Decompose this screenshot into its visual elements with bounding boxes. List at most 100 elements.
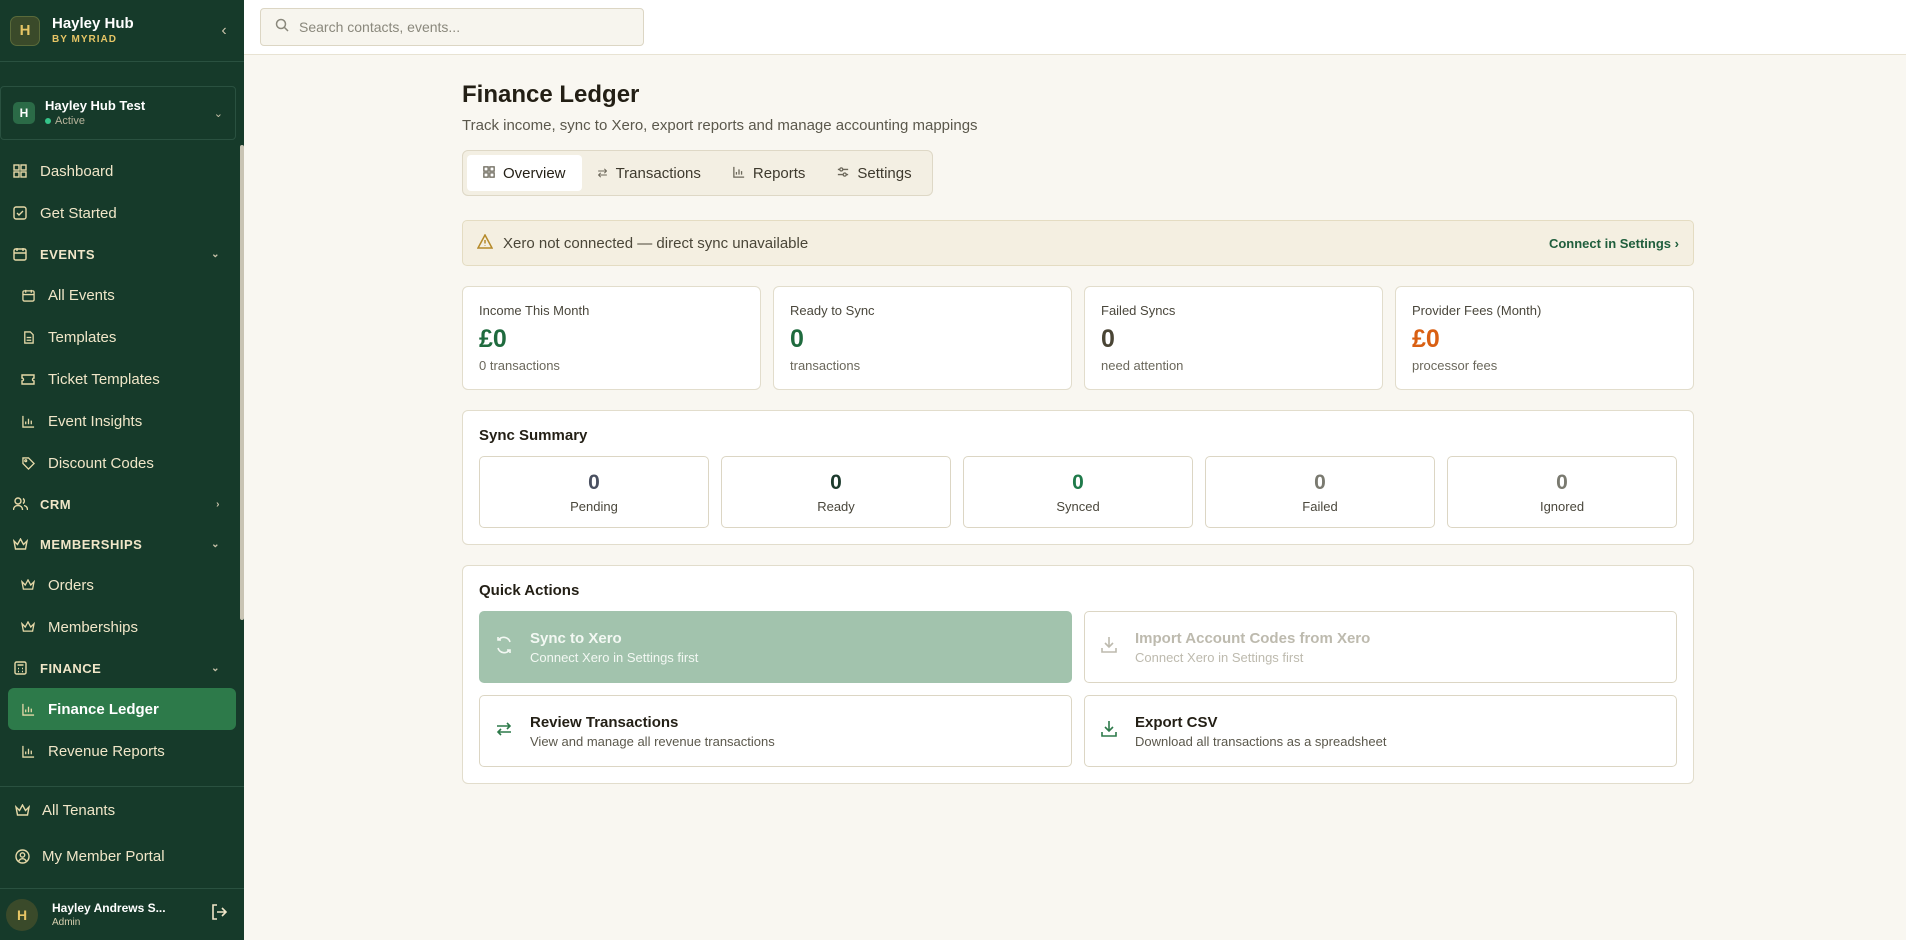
stat-card: Ready to Sync 0 transactions [773,286,1072,390]
warning-icon [476,232,494,253]
page-title: Finance Ledger [462,81,640,108]
sidebar-section-events[interactable]: EVENTS ⌄ [0,234,244,274]
stat-label: Ready to Sync [790,303,875,318]
sync-to-xero-button[interactable]: Sync to Xero Connect Xero in Settings fi… [479,611,1072,683]
sidebar-item-orders[interactable]: Orders [0,564,244,606]
status-dot [45,118,51,124]
user-profile[interactable]: H Hayley Andrews S... Admin [0,888,244,940]
sidebar-section-memberships[interactable]: MEMBERSHIPS ⌄ [0,524,244,564]
summary-label: Synced [1056,498,1100,514]
tab-label: Overview [503,164,566,182]
user-circle-icon [14,848,30,864]
sidebar-item-all-tenants[interactable]: All Tenants [0,787,244,833]
sidebar-item-discount-codes[interactable]: Discount Codes [0,442,244,484]
brand-logo: H [10,15,40,46]
chevron-down-icon: ⌄ [211,538,220,550]
download-icon [1099,719,1119,744]
summary-ignored: 0 Ignored [1447,456,1677,528]
sidebar-item-label: Discount Codes [48,454,154,472]
quick-actions-card: Quick Actions Sync to Xero Connect Xero … [462,565,1694,784]
sidebar-item-label: Ticket Templates [48,370,160,388]
sidebar-item-finance-ledger[interactable]: Finance Ledger [8,688,236,730]
calendar-icon [12,246,28,262]
search-input[interactable] [299,19,619,35]
sidebar-item-dashboard[interactable]: Dashboard [0,150,244,192]
chevron-down-icon: ⌄ [211,662,220,674]
stat-label: Income This Month [479,303,590,318]
checkbox-icon [12,205,28,221]
sidebar-item-templates[interactable]: Templates [0,316,244,358]
arrows-swap-icon [494,719,514,744]
connect-settings-link[interactable]: Connect in Settings › [1549,236,1679,251]
ticket-icon [20,371,36,387]
tab-label: Reports [752,164,806,182]
refresh-icon [494,635,514,660]
section-label: EVENTS [40,246,96,262]
bar-chart-icon [733,166,745,181]
summary-value: 0 [830,470,842,494]
sidebar-item-ticket-templates[interactable]: Ticket Templates [0,358,244,400]
summary-ready: 0 Ready [721,456,951,528]
tab-transactions[interactable]: ⇄ Transactions [582,155,717,191]
action-subtitle: Connect Xero in Settings first [530,649,699,665]
stat-label: Provider Fees (Month) [1412,303,1542,318]
calculator-icon [12,660,28,676]
sidebar-footer: All Tenants My Member Portal [0,786,244,879]
action-subtitle: View and manage all revenue transactions [530,733,775,749]
xero-alert: Xero not connected — direct sync unavail… [462,220,1694,266]
users-icon [12,496,28,512]
page-subtitle: Track income, sync to Xero, export repor… [462,117,978,134]
sidebar-item-label: Event Insights [48,412,143,430]
sidebar-item-label: Dashboard [40,162,114,180]
stat-value: 0 [790,325,804,353]
stat-sub: need attention [1101,358,1184,373]
tab-reports[interactable]: Reports [717,155,822,191]
summary-value: 0 [1072,470,1084,494]
stat-value: 0 [1101,325,1115,353]
link-label: Connect in Settings [1548,235,1672,251]
tab-settings[interactable]: Settings [821,155,927,191]
sync-summary-card: Sync Summary 0 Pending 0 Ready 0 Synced … [462,410,1694,545]
chevron-right-icon: › [1674,235,1679,251]
sidebar-section-crm[interactable]: CRM › [0,484,244,524]
sidebar-item-revenue-reports[interactable]: Revenue Reports [0,730,244,772]
brand-name: Hayley Hub [52,14,134,32]
summary-pending: 0 Pending [479,456,709,528]
sidebar-item-get-started[interactable]: Get Started [0,192,244,234]
stat-card: Provider Fees (Month) £0 processor fees [1395,286,1694,390]
summary-label: Failed [1302,498,1338,514]
import-account-codes-button[interactable]: Import Account Codes from Xero Connect X… [1084,611,1677,683]
collapse-sidebar-button[interactable]: ‹ [214,21,234,41]
action-title: Sync to Xero [530,629,622,647]
stat-card: Income This Month £0 0 transactions [462,286,761,390]
sidebar-scrollbar[interactable] [240,145,244,620]
arrows-swap-icon: ⇄ [597,166,608,180]
sidebar-item-label: Get Started [40,204,117,222]
tenant-switcher[interactable]: H Hayley Hub Test Active ⌄ [0,86,236,140]
tenant-avatar: H [13,102,35,124]
user-name: Hayley Andrews S... [52,901,166,915]
chevron-down-icon: ⌄ [211,248,220,260]
card-title: Quick Actions [479,582,580,599]
summary-label: Pending [570,498,618,514]
crown-icon [12,536,28,552]
stat-sub: processor fees [1412,358,1498,373]
user-role: Admin [52,917,81,928]
tenant-name: Hayley Hub Test [45,98,146,113]
export-csv-button[interactable]: Export CSV Download all transactions as … [1084,695,1677,767]
summary-value: 0 [1314,470,1326,494]
sidebar-item-member-portal[interactable]: My Member Portal [0,833,244,879]
sidebar-item-event-insights[interactable]: Event Insights [0,400,244,442]
bar-chart-icon [20,743,36,759]
summary-row: 0 Pending 0 Ready 0 Synced 0 Failed 0 Ig… [479,456,1677,528]
search-box[interactable] [260,8,644,46]
chevron-right-icon: › [216,498,220,510]
sidebar-item-all-events[interactable]: All Events [0,274,244,316]
crown-icon [20,619,36,635]
logout-icon[interactable] [210,903,228,926]
sidebar-item-memberships[interactable]: Memberships [0,606,244,648]
action-title: Review Transactions [530,713,679,731]
review-transactions-button[interactable]: Review Transactions View and manage all … [479,695,1072,767]
tab-overview[interactable]: Overview [467,155,582,191]
sidebar-section-finance[interactable]: FINANCE ⌄ [0,648,244,688]
